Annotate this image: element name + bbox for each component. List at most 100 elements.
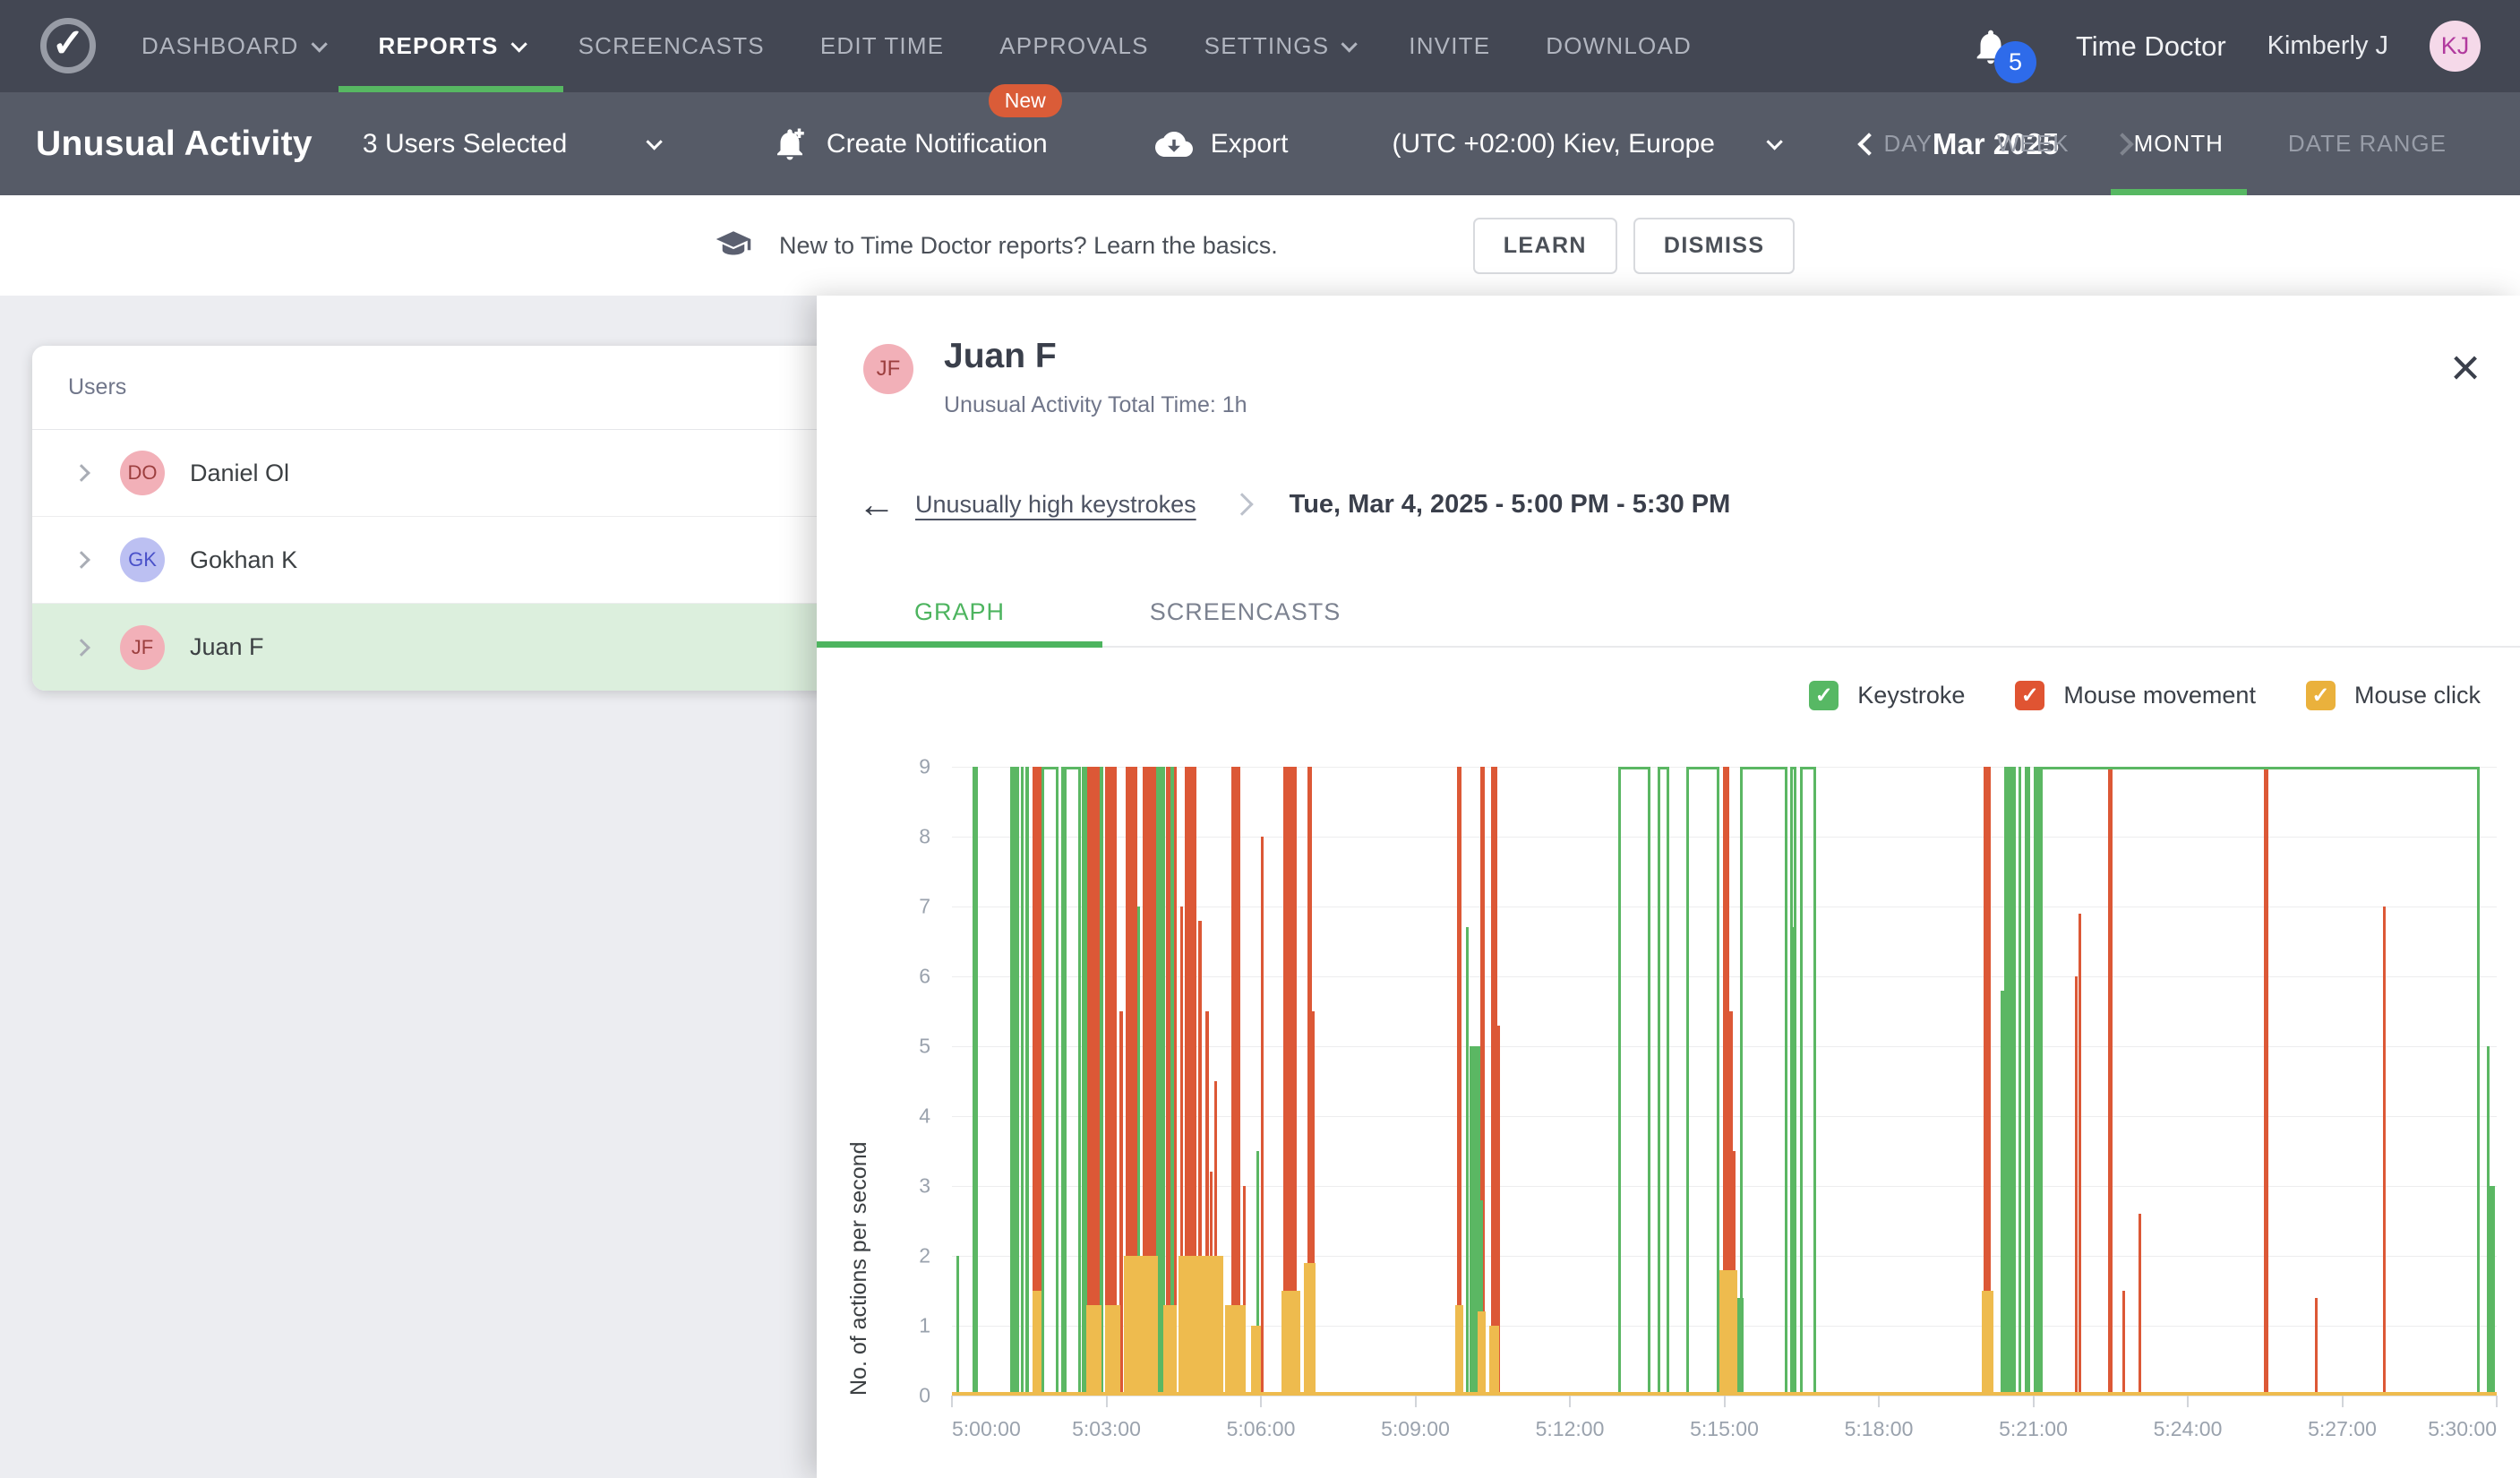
cloud-download-icon (1153, 125, 1195, 163)
x-axis-tick (2033, 1396, 2035, 1407)
y-axis-tick-label: 8 (919, 825, 930, 849)
activity-chart: No. of actions per second 01234567895:00… (952, 767, 2497, 1396)
y-axis-tick-label: 7 (919, 895, 930, 919)
view-date-range[interactable]: DATE RANGE (2256, 92, 2479, 195)
nav-item-label: SCREENCASTS (579, 32, 765, 60)
x-axis-tick (1724, 1396, 1726, 1407)
view-month[interactable]: MONTH (2102, 92, 2256, 195)
keystroke-mark (1740, 767, 1788, 1396)
chevron-down-icon (1766, 133, 1782, 150)
checkbox-checked-icon[interactable]: ✓ (2015, 681, 2044, 710)
y-axis-tick-label: 1 (919, 1314, 930, 1338)
keystroke-mark (956, 1256, 959, 1396)
mouse_click-mark (1719, 1270, 1737, 1396)
mouse_click-mark (1179, 1256, 1223, 1396)
create-notification-label: Create Notification (827, 129, 1048, 159)
legend-item-mouse-click[interactable]: ✓ Mouse click (2306, 681, 2481, 710)
keystroke-mark (1041, 767, 1059, 1396)
mouse_click-mark (1478, 1311, 1487, 1396)
nav-right: 5 Time Doctor Kimberly J KJ (1970, 0, 2481, 92)
expand-chevron-icon[interactable] (73, 639, 90, 657)
nav-item-label: SETTINGS (1204, 32, 1330, 60)
banner-buttons: LEARN DISMISS (1473, 218, 1796, 274)
tab-graph[interactable]: GRAPH (817, 579, 1102, 646)
nav-item-label: EDIT TIME (820, 32, 944, 60)
view-day[interactable]: DAY (1851, 92, 1965, 195)
keystroke-mark (2034, 767, 2040, 1396)
timezone-dropdown[interactable]: (UTC +02:00) Kiev, Europe (1392, 129, 1778, 159)
x-axis-tick-label: 5:00:00 (952, 1417, 1021, 1441)
user-name-label: Gokhan K (190, 546, 297, 574)
expand-chevron-icon[interactable] (73, 464, 90, 482)
close-icon[interactable]: × (2450, 342, 2481, 394)
user-row-juan-f[interactable]: JFJuan F (32, 604, 856, 691)
nav-item-dashboard[interactable]: DASHBOARD (141, 0, 351, 92)
page-background: Users DODaniel OlGKGokhan KJFJuan F (0, 296, 842, 1478)
breadcrumb: ← Unusually high keystrokes Tue, Mar 4, … (858, 486, 1730, 523)
nav-item-edit-time[interactable]: EDIT TIME (793, 0, 972, 92)
nav-item-approvals[interactable]: APPROVALS (972, 0, 1176, 92)
nav-item-screencasts[interactable]: SCREENCASTS (551, 0, 793, 92)
user-name[interactable]: Kimberly J (2267, 31, 2388, 61)
chevron-right-icon (1230, 493, 1253, 515)
keystroke-mark (1618, 767, 1650, 1396)
legend-label: Keystroke (1857, 682, 1965, 709)
nav-item-label: DOWNLOAD (1546, 32, 1692, 60)
nav-item-reports[interactable]: REPORTS (351, 0, 551, 92)
user-row-daniel-ol[interactable]: DODaniel Ol (32, 430, 856, 517)
users-list: DODaniel OlGKGokhan KJFJuan F (32, 430, 856, 691)
checkbox-checked-icon[interactable]: ✓ (1809, 681, 1839, 710)
tab-screencasts[interactable]: SCREENCASTS (1102, 579, 1388, 646)
x-axis-tick-label: 5:09:00 (1381, 1417, 1450, 1441)
nav-item-download[interactable]: DOWNLOAD (1518, 0, 1719, 92)
x-axis-tick (1878, 1396, 1880, 1407)
user-avatar[interactable]: KJ (2430, 21, 2481, 72)
mouse_click-mark (1489, 1326, 1500, 1396)
users-card-header: Users (32, 346, 856, 430)
breadcrumb-link[interactable]: Unusually high keystrokes (915, 491, 1196, 519)
notifications-bell-button[interactable]: 5 (1970, 24, 2011, 69)
keystroke-mark (2040, 767, 2480, 1396)
view-week[interactable]: WEEK (1965, 92, 2102, 195)
keystroke-mark (1170, 767, 1174, 1396)
report-toolbar: Unusual Activity 3 Users Selected New Cr… (0, 92, 2520, 195)
mouse_click-mark (1251, 1326, 1262, 1396)
keystroke-mark (2004, 767, 2016, 1396)
keystroke-mark (1790, 767, 1796, 1396)
graduation-cap-icon (715, 227, 752, 264)
x-axis-tick-label: 5:18:00 (1845, 1417, 1914, 1441)
nav-item-label: REPORTS (379, 32, 499, 60)
expand-chevron-icon[interactable] (73, 551, 90, 569)
y-axis-tick-label: 6 (919, 965, 930, 989)
keystroke-mark (1064, 767, 1081, 1396)
detail-user-name: Juan F (944, 337, 1057, 376)
y-axis-tick-label: 4 (919, 1104, 930, 1129)
users-selected-dropdown[interactable]: 3 Users Selected (363, 129, 658, 159)
mouse_click-mark (1086, 1305, 1101, 1396)
x-axis-tick (951, 1396, 953, 1407)
detail-user-avatar: JF (863, 344, 913, 394)
learn-button[interactable]: LEARN (1473, 218, 1617, 274)
mouse_movement-mark (1261, 837, 1264, 1396)
create-notification-button[interactable]: New Create Notification (771, 125, 1048, 163)
x-axis-tick (1260, 1396, 1262, 1407)
time-doctor-logo-icon[interactable]: ✓ (40, 18, 96, 73)
user-row-gokhan-k[interactable]: GKGokhan K (32, 517, 856, 604)
mouse_movement-mark (1087, 767, 1099, 1396)
legend-item-mouse-movement[interactable]: ✓Mouse movement (2015, 681, 2256, 710)
legend-item-keystroke[interactable]: ✓ Keystroke (1809, 681, 1965, 710)
back-arrow-icon[interactable]: ← (858, 486, 896, 523)
mouse_movement-mark (1231, 767, 1240, 1396)
nav-item-settings[interactable]: SETTINGS (1177, 0, 1382, 92)
y-axis-tick-label: 9 (919, 755, 930, 779)
checkbox-checked-icon[interactable]: ✓ (2306, 681, 2336, 710)
mouse_click-mark (1225, 1305, 1246, 1396)
breadcrumb-current: Tue, Mar 4, 2025 - 5:00 PM - 5:30 PM (1290, 490, 1731, 520)
dismiss-button[interactable]: DISMISS (1633, 218, 1796, 274)
nav-item-invite[interactable]: INVITE (1381, 0, 1518, 92)
legend-label: Mouse click (2354, 682, 2481, 709)
export-button[interactable]: Export (1153, 125, 1289, 163)
x-axis-tick (1415, 1396, 1417, 1407)
banner-text: New to Time Doctor reports? Learn the ba… (779, 232, 1278, 260)
top-nav: ✓ DASHBOARD REPORTS SCREENCASTS EDIT TIME AP… (0, 0, 2520, 92)
